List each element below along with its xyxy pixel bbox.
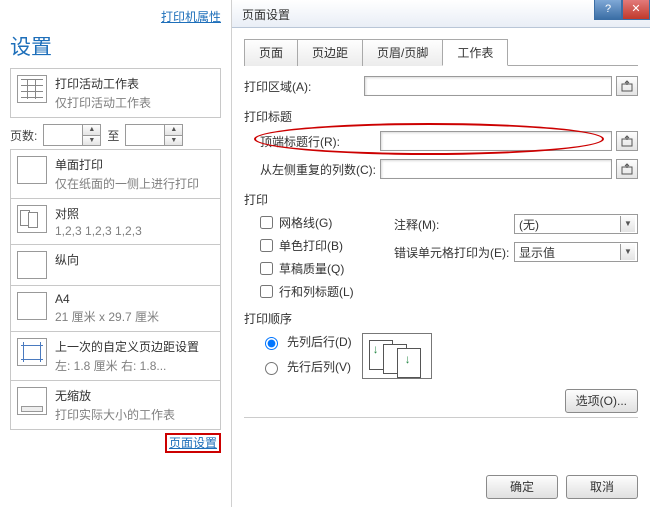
ck-rowcol-box[interactable] <box>260 285 273 298</box>
comments-label: 注释(M): <box>394 216 514 233</box>
options-button[interactable]: 选项(O)... <box>565 389 638 413</box>
combo-value: 显示值 <box>519 244 555 261</box>
page-icon <box>17 156 47 184</box>
setting-scaling[interactable]: 无缩放打印实际大小的工作表 <box>10 380 221 430</box>
card-title: 单面打印 <box>55 156 199 173</box>
print-area-input[interactable] <box>364 76 612 96</box>
ck-draft-box[interactable] <box>260 262 273 275</box>
ck-gridlines-box[interactable] <box>260 216 273 229</box>
dialog-title: 页面设置 <box>232 0 650 28</box>
pages-from-spin[interactable]: ▲▼ <box>43 124 101 146</box>
setting-print-active[interactable]: 打印活动工作表 仅打印活动工作表 <box>10 68 221 118</box>
card-title: 打印活动工作表 <box>55 75 151 92</box>
radio-overdown-box[interactable] <box>265 362 278 375</box>
card-title: 无缩放 <box>55 387 175 404</box>
card-sub: 1,2,3 1,2,3 1,2,3 <box>55 224 142 238</box>
pages-from-input[interactable] <box>44 125 82 145</box>
tab-margins[interactable]: 页边距 <box>297 39 363 66</box>
radio-overdown[interactable]: 先行后列(V) <box>260 358 352 375</box>
collate-icon <box>17 205 47 233</box>
tab-headerfooter[interactable]: 页眉/页脚 <box>362 39 443 66</box>
print-area-label: 打印区域(A): <box>244 78 364 95</box>
setting-orientation[interactable]: 纵向 <box>10 244 221 286</box>
spin-up-icon[interactable]: ▲ <box>165 125 182 135</box>
help-button[interactable]: ? <box>594 0 622 20</box>
card-sub: 仅打印活动工作表 <box>55 94 151 111</box>
card-title: 对照 <box>55 205 142 222</box>
left-cols-input[interactable] <box>380 159 612 179</box>
top-rows-input[interactable] <box>380 131 612 151</box>
pages-row: 页数: ▲▼ 至 ▲▼ <box>10 124 221 146</box>
page-icon <box>17 292 47 320</box>
setting-simplex[interactable]: 单面打印仅在纸面的一侧上进行打印 <box>10 149 221 199</box>
card-title: 上一次的自定义页边距设置 <box>55 338 199 355</box>
pages-label: 页数: <box>10 127 37 144</box>
spin-down-icon[interactable]: ▼ <box>165 135 182 146</box>
combo-value: (无) <box>519 216 539 233</box>
range-picker-button[interactable] <box>616 76 638 96</box>
sheet-icon <box>17 75 47 103</box>
separator <box>244 417 638 418</box>
close-button[interactable]: ✕ <box>622 0 650 20</box>
card-sub: 21 厘米 x 29.7 厘米 <box>55 308 159 325</box>
setting-margins[interactable]: 上一次的自定义页边距设置左: 1.8 厘米 右: 1.8... <box>10 331 221 381</box>
tab-page[interactable]: 页面 <box>244 39 298 66</box>
card-title: A4 <box>55 292 159 306</box>
order-preview-icon: ↓ ↓ <box>362 333 432 379</box>
setting-collate[interactable]: 对照 1,2,3 1,2,3 1,2,3 <box>10 198 221 245</box>
settings-heading: 设置 <box>10 31 221 61</box>
spin-down-icon[interactable]: ▼ <box>83 135 100 146</box>
pages-to-input[interactable] <box>126 125 164 145</box>
print-group: 打印 <box>244 191 638 208</box>
order-group: 打印顺序 <box>244 310 638 327</box>
ck-draft[interactable]: 草稿质量(Q) <box>260 260 370 277</box>
errors-label: 错误单元格打印为(E): <box>394 244 514 261</box>
chevron-down-icon: ▼ <box>620 244 635 260</box>
tab-bar: 页面 页边距 页眉/页脚 工作表 <box>244 38 638 66</box>
ck-gridlines[interactable]: 网格线(G) <box>260 214 370 231</box>
errors-combo[interactable]: 显示值 ▼ <box>514 242 638 262</box>
comments-combo[interactable]: (无) ▼ <box>514 214 638 234</box>
card-sub: 打印实际大小的工作表 <box>55 406 175 423</box>
card-sub: 仅在纸面的一侧上进行打印 <box>55 175 199 192</box>
card-title: 纵向 <box>55 251 79 268</box>
range-picker-button[interactable] <box>616 131 638 151</box>
scaling-icon <box>17 387 47 415</box>
page-setup-link[interactable]: 页面设置 <box>165 433 221 453</box>
spin-up-icon[interactable]: ▲ <box>83 125 100 135</box>
cancel-button[interactable]: 取消 <box>566 475 638 499</box>
radio-downover[interactable]: 先列后行(D) <box>260 333 352 350</box>
ck-rowcol[interactable]: 行和列标题(L) <box>260 283 370 300</box>
tab-sheet[interactable]: 工作表 <box>442 39 508 66</box>
ok-button[interactable]: 确定 <box>486 475 558 499</box>
chevron-down-icon: ▼ <box>620 216 635 232</box>
printer-properties-link[interactable]: 打印机属性 <box>161 10 221 24</box>
print-titles-group: 打印标题 <box>244 108 638 125</box>
top-rows-label: 顶端标题行(R): <box>260 133 380 150</box>
setting-papersize[interactable]: A4 21 厘米 x 29.7 厘米 <box>10 285 221 332</box>
card-sub: 左: 1.8 厘米 右: 1.8... <box>55 357 199 374</box>
pages-to-spin[interactable]: ▲▼ <box>125 124 183 146</box>
ck-bw[interactable]: 单色打印(B) <box>260 237 370 254</box>
ck-bw-box[interactable] <box>260 239 273 252</box>
margins-icon <box>17 338 47 366</box>
pages-to-label: 至 <box>107 127 119 144</box>
portrait-icon <box>17 251 47 279</box>
range-picker-button[interactable] <box>616 159 638 179</box>
left-cols-label: 从左侧重复的列数(C): <box>260 161 380 178</box>
radio-downover-box[interactable] <box>265 337 278 350</box>
